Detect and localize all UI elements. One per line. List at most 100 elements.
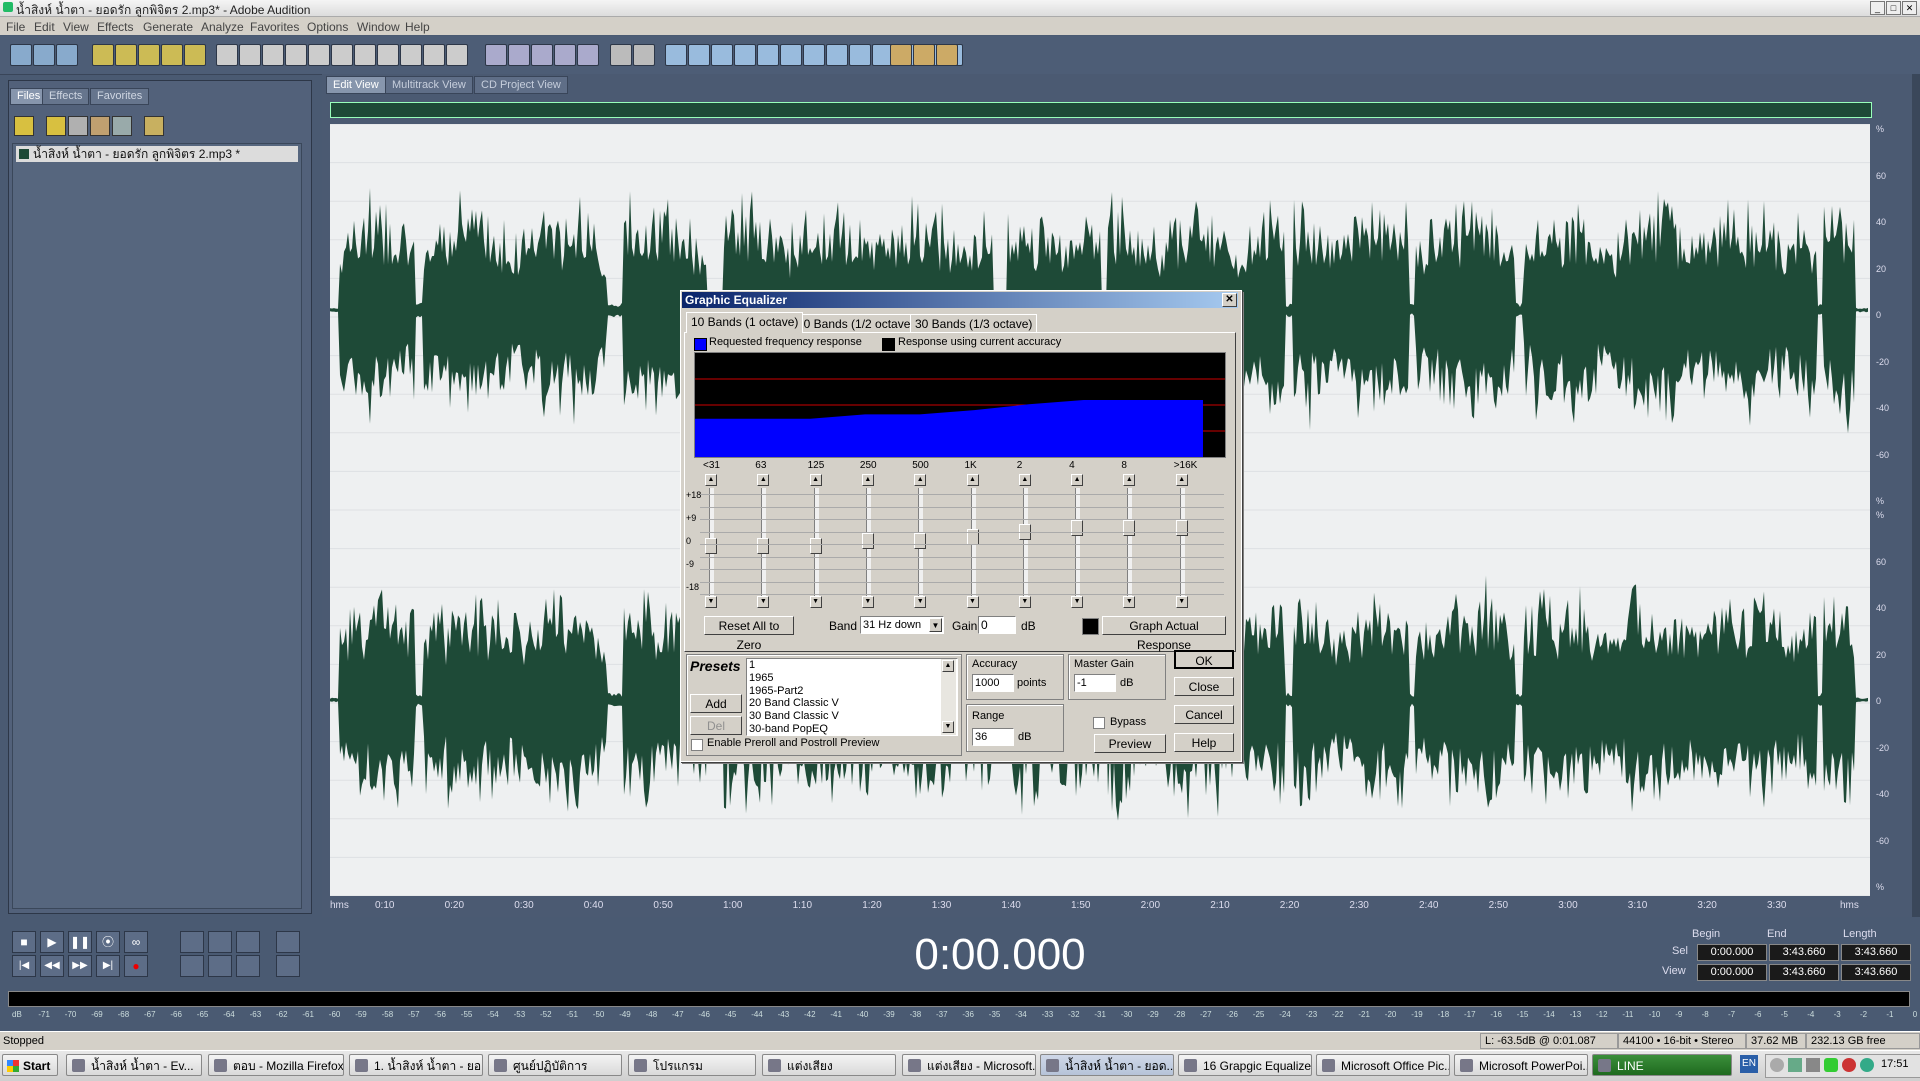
zoom-left-icon[interactable]: [180, 955, 204, 977]
band-slider-thumb[interactable]: [757, 537, 770, 554]
zoom-full-icon[interactable]: [236, 931, 260, 953]
go-to-start-icon[interactable]: |◀: [12, 955, 36, 977]
toolbar-button-icon[interactable]: [890, 44, 912, 66]
slider-down-arrow-icon[interactable]: ▼: [1175, 596, 1188, 608]
accuracy-input[interactable]: 1000: [972, 674, 1014, 692]
slider-up-arrow-icon[interactable]: ▲: [1018, 474, 1031, 486]
slider-up-arrow-icon[interactable]: ▲: [809, 474, 822, 486]
toolbar-button-icon[interactable]: [308, 44, 330, 66]
zoom-right-icon[interactable]: [208, 955, 232, 977]
record-icon[interactable]: ●: [124, 955, 148, 977]
tab-multitrack-view[interactable]: Multitrack View: [385, 76, 473, 94]
taskbar-task[interactable]: Microsoft PowerPoi...: [1454, 1054, 1588, 1076]
toolbar-button-icon[interactable]: [10, 44, 32, 66]
zoom-out-vertical-icon[interactable]: [276, 955, 300, 977]
tab-favorites[interactable]: Favorites: [90, 88, 150, 105]
toolbar-button-icon[interactable]: [688, 44, 710, 66]
scroll-up-icon[interactable]: ▲: [942, 660, 954, 672]
edit-file-icon[interactable]: [112, 116, 132, 136]
slider-up-arrow-icon[interactable]: ▲: [966, 474, 979, 486]
toolbar-button-icon[interactable]: [734, 44, 756, 66]
taskbar-task[interactable]: ตอบ - Mozilla Firefox: [208, 1054, 344, 1076]
sel-end[interactable]: 3:43.660: [1769, 944, 1839, 961]
menu-favorites[interactable]: Favorites: [250, 20, 299, 34]
loop-icon[interactable]: ∞: [124, 931, 148, 953]
scroll-down-icon[interactable]: ▼: [942, 721, 954, 733]
toolbar-button-icon[interactable]: [239, 44, 261, 66]
add-preset-button[interactable]: Add: [690, 694, 742, 713]
slider-up-arrow-icon[interactable]: ▲: [914, 474, 927, 486]
tab-edit-view[interactable]: Edit View: [326, 76, 386, 94]
waveform-overview[interactable]: [330, 102, 1872, 118]
start-button[interactable]: Start: [2, 1054, 58, 1076]
tab-30-bands[interactable]: 30 Bands (1/3 octave): [910, 314, 1038, 333]
toolbar-button-icon[interactable]: [115, 44, 137, 66]
tab-cd-project-view[interactable]: CD Project View: [474, 76, 568, 94]
band-slider-thumb[interactable]: [809, 537, 822, 554]
toolbar-button-icon[interactable]: [531, 44, 553, 66]
slider-down-arrow-icon[interactable]: ▼: [914, 596, 927, 608]
toolbar-button-icon[interactable]: [711, 44, 733, 66]
band-slider-thumb[interactable]: [1123, 519, 1136, 536]
view-end[interactable]: 3:43.660: [1769, 964, 1839, 981]
play-icon[interactable]: ▶: [40, 931, 64, 953]
zoom-out-icon[interactable]: [208, 931, 232, 953]
slider-down-arrow-icon[interactable]: ▼: [966, 596, 979, 608]
tab-10-bands[interactable]: 10 Bands (1 octave): [686, 312, 804, 333]
master-gain-input[interactable]: -1: [1074, 674, 1116, 692]
toolbar-button-icon[interactable]: [803, 44, 825, 66]
menu-window[interactable]: Window: [357, 20, 400, 34]
toolbar-button-icon[interactable]: [138, 44, 160, 66]
chevron-down-icon[interactable]: ▼: [929, 618, 942, 632]
menu-analyze[interactable]: Analyze: [201, 20, 244, 34]
toolbar-button-icon[interactable]: [446, 44, 468, 66]
taskbar-task[interactable]: Microsoft Office Pic...: [1316, 1054, 1450, 1076]
taskbar-task[interactable]: น้ำสิงห์ น้ำตา - Ev...: [66, 1054, 202, 1076]
toolbar-button-icon[interactable]: [780, 44, 802, 66]
security-icon[interactable]: [1842, 1058, 1856, 1072]
toolbar-button-icon[interactable]: [216, 44, 238, 66]
close-dialog-button[interactable]: Close: [1174, 677, 1234, 696]
taskbar-task[interactable]: โปรแกรม: [628, 1054, 756, 1076]
reset-all-button[interactable]: Reset All to Zero: [704, 616, 794, 652]
cancel-button[interactable]: Cancel: [1174, 705, 1234, 724]
preset-item[interactable]: 1965: [749, 672, 773, 685]
pause-icon[interactable]: ❚❚: [68, 931, 92, 953]
help-button[interactable]: Help: [1174, 733, 1234, 752]
band-select[interactable]: 31 Hz down ▼: [860, 616, 944, 634]
tray-expand-icon[interactable]: [1770, 1058, 1784, 1072]
toolbar-button-icon[interactable]: [262, 44, 284, 66]
maximize-button[interactable]: □: [1886, 1, 1901, 15]
toolbar-button-icon[interactable]: [665, 44, 687, 66]
toolbar-button-icon[interactable]: [56, 44, 78, 66]
slider-down-arrow-icon[interactable]: ▼: [1123, 596, 1136, 608]
network-icon[interactable]: [1788, 1058, 1802, 1072]
menu-file[interactable]: File: [6, 20, 25, 34]
toolbar-button-icon[interactable]: [161, 44, 183, 66]
slider-down-arrow-icon[interactable]: ▼: [809, 596, 822, 608]
tab-effects[interactable]: Effects: [42, 88, 90, 105]
taskbar-task[interactable]: 16 Grapgic Equalize...: [1178, 1054, 1312, 1076]
volume-icon[interactable]: [1806, 1058, 1820, 1072]
taskbar-task[interactable]: แต่งเสียง - Microsoft...: [902, 1054, 1036, 1076]
toolbar-button-icon[interactable]: [577, 44, 599, 66]
view-begin[interactable]: 0:00.000: [1697, 964, 1767, 981]
preset-item[interactable]: 1965-Part2: [749, 685, 803, 698]
range-input[interactable]: 36: [972, 728, 1014, 746]
close-file-icon[interactable]: [90, 116, 110, 136]
toolbar-button-icon[interactable]: [508, 44, 530, 66]
toolbar-button-icon[interactable]: [485, 44, 507, 66]
file-list-item[interactable]: น้ำสิงห์ น้ำตา - ยอดรัก ลูกพิจิตร 2.mp3 …: [16, 146, 298, 162]
presets-scrollbar[interactable]: ▲ ▼: [941, 659, 956, 735]
vertical-scrollbar[interactable]: [1912, 74, 1920, 917]
slider-up-arrow-icon[interactable]: ▲: [757, 474, 770, 486]
slider-up-arrow-icon[interactable]: ▲: [861, 474, 874, 486]
view-length[interactable]: 3:43.660: [1841, 964, 1911, 981]
preset-item[interactable]: 20 Band Classic V: [749, 697, 839, 710]
stop-icon[interactable]: ■: [12, 931, 36, 953]
band-slider-thumb[interactable]: [705, 537, 717, 554]
menu-view[interactable]: View: [63, 20, 89, 34]
slider-down-arrow-icon[interactable]: ▼: [705, 596, 717, 608]
band-slider-thumb[interactable]: [861, 533, 874, 550]
folder-icon[interactable]: [46, 116, 66, 136]
